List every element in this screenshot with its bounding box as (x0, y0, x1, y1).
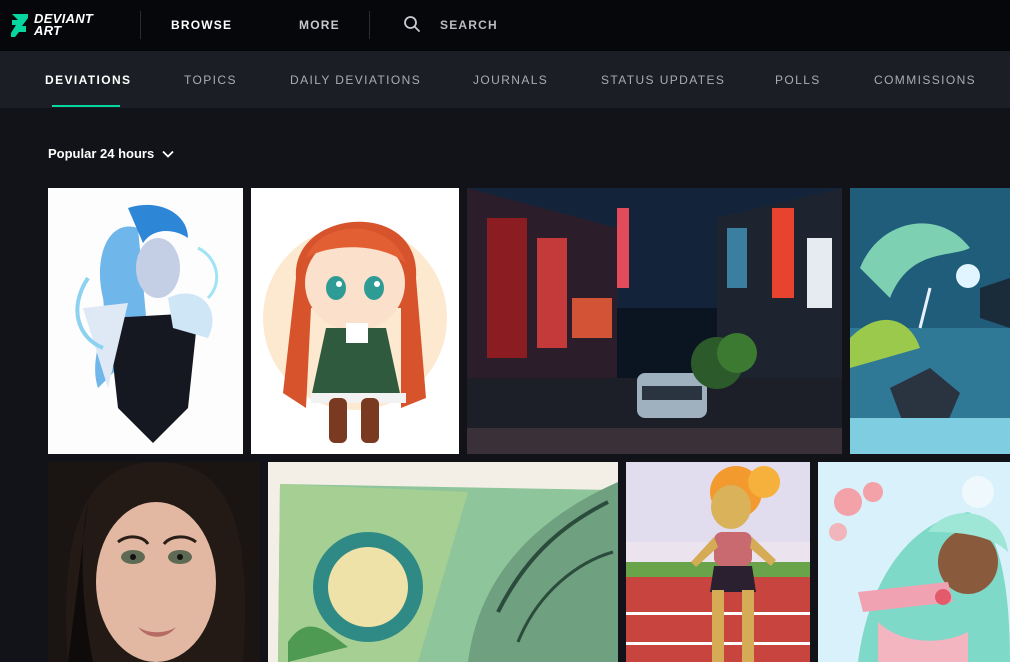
deviation-thumbnail[interactable] (818, 462, 1010, 662)
deviantart-logo[interactable]: DEVIANT ART (10, 11, 110, 39)
tab-journals[interactable]: JOURNALS (473, 73, 548, 87)
deviation-thumbnail[interactable] (48, 462, 260, 662)
tab-deviations[interactable]: DEVIATIONS (45, 73, 131, 87)
deviation-thumbnail[interactable] (268, 462, 618, 662)
divider (140, 11, 141, 39)
mint-haired-girl-artwork (818, 462, 1010, 662)
unicorn-fantasy-artwork (850, 188, 1010, 454)
divider (369, 11, 370, 39)
deviation-thumbnail[interactable] (850, 188, 1010, 454)
search-input[interactable]: SEARCH (440, 18, 498, 32)
athlete-girl-artwork (626, 462, 810, 662)
top-bar: DEVIANT ART BROWSE MORE SEARCH (0, 0, 1010, 51)
dark-haired-woman-portrait (48, 462, 260, 662)
chibi-girl-artwork (251, 188, 459, 454)
chevron-down-icon (162, 150, 174, 158)
tab-polls[interactable]: POLLS (775, 73, 821, 87)
deviation-thumbnail[interactable] (251, 188, 459, 454)
section-tabs: DEVIATIONS TOPICS DAILY DEVIATIONS JOURN… (0, 51, 1010, 108)
more-link[interactable]: MORE (299, 18, 340, 32)
active-tab-indicator (52, 105, 120, 107)
sort-dropdown[interactable]: Popular 24 hours (48, 146, 174, 161)
tab-status-updates[interactable]: STATUS UPDATES (601, 73, 725, 87)
tab-daily-deviations[interactable]: DAILY DEVIATIONS (290, 73, 421, 87)
neon-city-street-photo (467, 188, 842, 454)
watercolor-dragon-artwork (268, 462, 618, 662)
tab-commissions[interactable]: COMMISSIONS (874, 73, 976, 87)
logo-wordmark: DEVIANT ART (34, 11, 94, 38)
browse-link[interactable]: BROWSE (171, 18, 232, 32)
deviantart-logo-icon (10, 12, 30, 38)
search-icon[interactable] (403, 15, 421, 33)
deviation-thumbnail[interactable] (626, 462, 810, 662)
blue-haired-woman-artwork (48, 188, 243, 454)
deviation-thumbnail[interactable] (467, 188, 842, 454)
deviation-thumbnail[interactable] (48, 188, 243, 454)
sort-label: Popular 24 hours (48, 146, 155, 161)
tab-topics[interactable]: TOPICS (184, 73, 237, 87)
